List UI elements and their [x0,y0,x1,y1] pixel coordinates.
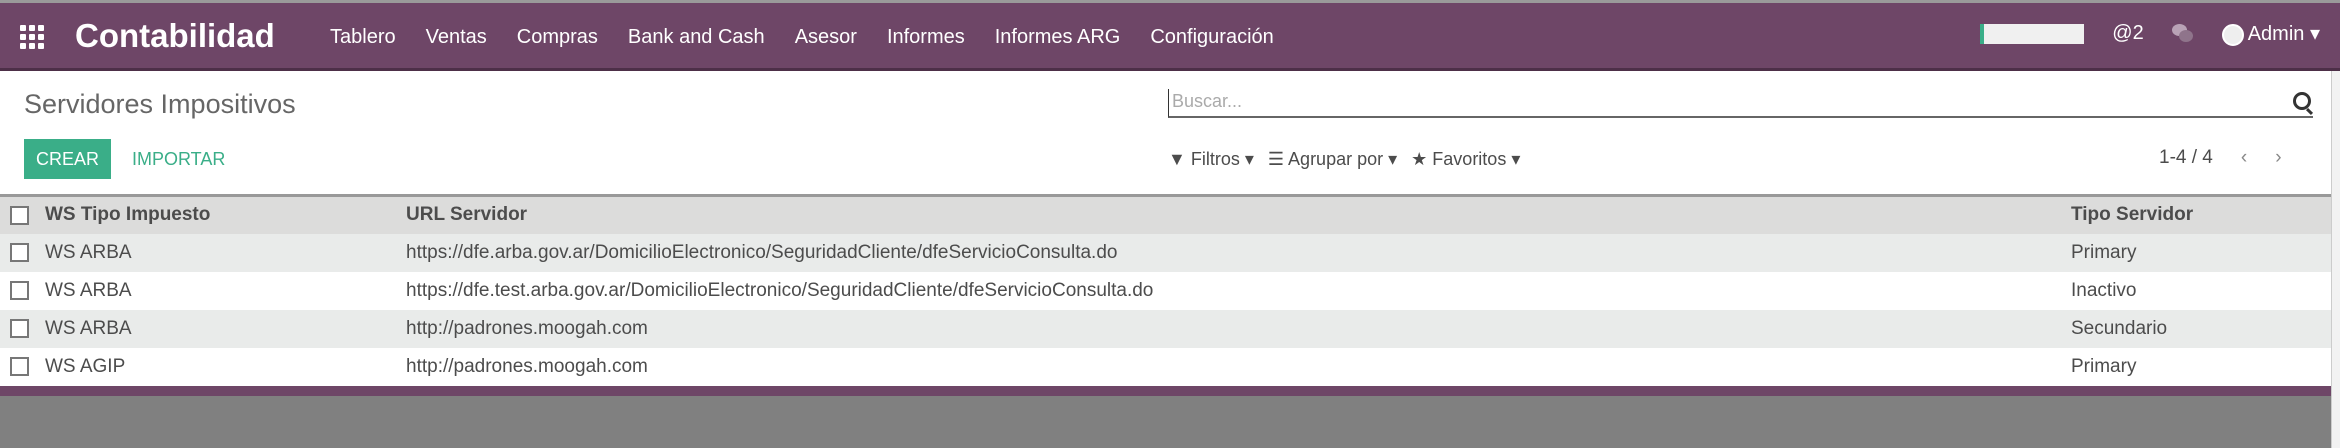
cell-tipo-impuesto: WS ARBA [45,233,406,272]
select-all-checkbox[interactable] [0,195,45,234]
app-title: Contabilidad [75,17,275,54]
cell-tipo-servidor: Inactivo [2071,279,2137,301]
cell-tipo-impuesto: WS ARBA [45,279,132,301]
menu-informes-arg[interactable]: Informes ARG [995,26,1121,49]
cell-tipo-servidor: Primary [2071,355,2137,377]
search-placeholder: Buscar... [1172,91,1243,111]
column-header-tipo-impuesto[interactable]: WS Tipo Impuesto [45,195,406,234]
table-row[interactable]: WS AGIP http://padrones.moogah.com Prima… [0,348,2331,386]
bottom-bar [0,386,2331,396]
row-checkbox[interactable] [0,309,45,348]
filters-label: Filtros ▾ [1190,149,1254,169]
menu-informes[interactable]: Informes [887,26,965,49]
column-header-url[interactable]: URL Servidor [406,195,2071,234]
user-menu[interactable]: Admin ▾ [2221,21,2320,46]
table-row[interactable]: WS ARBA https://dfe.arba.gov.ar/Domicili… [0,233,2331,272]
search-icon[interactable] [2293,92,2311,110]
cell-url: http://padrones.moogah.com [406,309,2071,348]
create-button[interactable]: CREAR [24,139,111,179]
mentions-counter[interactable]: @2 [2112,22,2143,45]
menu-configuracion[interactable]: Configuración [1150,26,1273,49]
scrollbar[interactable] [2331,71,2340,448]
cell-url: https://dfe.test.arba.gov.ar/DomicilioEl… [406,279,1154,301]
menu-ventas[interactable]: Ventas [426,26,487,49]
cell-tipo-servidor: Primary [2071,233,2331,272]
cell-tipo-impuesto: WS AGIP [45,355,126,377]
pager-previous-icon[interactable]: ‹ [2241,147,2247,169]
filter-icon: ▼ [1168,149,1186,169]
table-header: WS Tipo Impuesto URL Servidor Tipo Servi… [0,195,2331,234]
cell-url: https://dfe.arba.gov.ar/DomicilioElectro… [406,233,2071,272]
progress-widget[interactable] [1980,23,2085,44]
column-header-tipo-servidor[interactable]: Tipo Servidor [2071,195,2331,234]
pager-next-icon[interactable]: › [2275,147,2281,169]
page-title: Servidores Impositivos [24,89,296,119]
menu-tablero[interactable]: Tablero [330,26,396,49]
menu-compras[interactable]: Compras [517,26,598,49]
menu-bank-and-cash[interactable]: Bank and Cash [628,26,765,49]
table-row[interactable]: WS ARBA http://padrones.moogah.com Secun… [0,309,2331,348]
search-input[interactable]: Buscar... [1168,89,2313,118]
group-by-button[interactable]: ☰ Agrupar por ▾ [1268,149,1397,170]
filters-button[interactable]: ▼ Filtros ▾ [1168,149,1254,170]
row-checkbox[interactable] [0,233,45,272]
import-button[interactable]: IMPORTAR [132,149,225,170]
cell-url: http://padrones.moogah.com [406,355,648,377]
avatar [2221,23,2244,46]
table-row[interactable]: WS ARBA https://dfe.test.arba.gov.ar/Dom… [0,272,2331,310]
row-checkbox[interactable] [0,348,45,386]
control-panel: Servidores Impositivos Buscar... CREAR I… [0,71,2331,386]
user-name: Admin ▾ [2247,23,2320,45]
main-menu: Tablero Ventas Compras Bank and Cash Ase… [330,26,1274,49]
group-by-label: Agrupar por ▾ [1288,149,1398,169]
top-navbar: Contabilidad Tablero Ventas Compras Bank… [0,0,2340,71]
star-icon: ★ [1411,149,1428,169]
list-table: WS Tipo Impuesto URL Servidor Tipo Servi… [0,194,2331,386]
list-icon: ☰ [1267,149,1285,169]
cell-tipo-servidor: Secundario [2071,309,2331,348]
chat-icon[interactable] [2171,23,2194,44]
apps-grid-icon[interactable] [20,25,46,49]
pager-value[interactable]: 1-4 / 4 [2159,147,2213,169]
favorites-label: Favoritos ▾ [1432,149,1521,169]
menu-asesor[interactable]: Asesor [795,26,857,49]
row-checkbox[interactable] [0,272,45,310]
cell-tipo-impuesto: WS ARBA [45,309,406,348]
favorites-button[interactable]: ★ Favoritos ▾ [1411,149,1520,170]
